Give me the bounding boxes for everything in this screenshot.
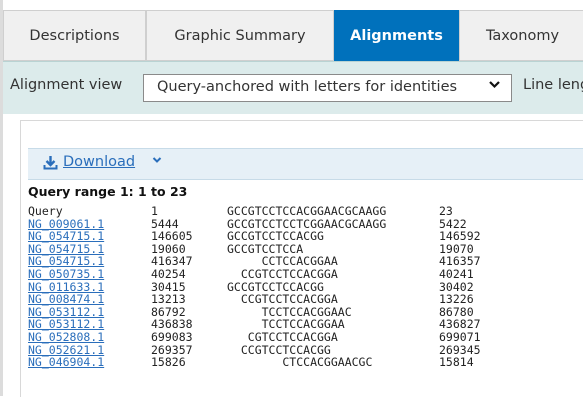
alignment-row: NG_008474.1 13213 CCGTCCTCCACGGA 13226: [28, 293, 583, 306]
query-label: Query: [28, 204, 63, 218]
tab-descriptions[interactable]: Descriptions: [3, 10, 146, 60]
alignment-row: NG_046904.1 15826 CTCCACGGAACGC 15814: [28, 356, 583, 369]
start-position: 1: [151, 204, 158, 218]
download-bar: Download: [28, 148, 583, 180]
results-tabs: Descriptions Graphic Summary Alignments …: [3, 10, 583, 61]
subject-id-link[interactable]: NG_008474.1: [28, 293, 104, 306]
subject-id-link[interactable]: NG_052808.1: [28, 331, 104, 344]
end-position: 146592: [439, 229, 481, 244]
alignment-view-select[interactable]: Query-anchored with letters for identiti…: [143, 74, 512, 102]
subject-id-link[interactable]: NG_046904.1: [28, 356, 104, 369]
alignment-row: NG_052808.1 699083 CGTCCTCCACGGA 699071: [28, 331, 583, 344]
alignment-view-toolbar: Alignment view Query-anchored with lette…: [3, 61, 583, 114]
sequence: GCCGTCCTCCACGG: [227, 229, 324, 244]
sequence: CCGTCCTCCACGGA: [227, 292, 338, 307]
sequence: CTCCACGGAACGC: [227, 355, 373, 370]
tab-taxonomy[interactable]: Taxonomy: [459, 10, 583, 60]
line-length-label: Line leng: [523, 77, 583, 93]
alignment-row: NG_050735.1 40254 CCGTCCTCCACGGA 40241: [28, 268, 583, 281]
start-position: 699083: [151, 329, 193, 344]
chevron-down-icon[interactable]: [152, 155, 162, 168]
alignment-view-value: Query-anchored with letters for identiti…: [157, 79, 458, 95]
chevron-down-icon: [488, 78, 501, 95]
tab-graphic-summary[interactable]: Graphic Summary: [146, 10, 334, 60]
start-position: 15826: [151, 355, 186, 370]
end-position: 15814: [439, 355, 474, 370]
end-position: 40241: [439, 266, 474, 281]
sequence: CGTCCTCCACGGA: [227, 329, 338, 344]
start-position: 146605: [151, 229, 193, 244]
subject-id-link[interactable]: NG_054715.1: [28, 230, 104, 243]
subject-id-link[interactable]: NG_050735.1: [28, 268, 104, 281]
alignment-row: NG_054715.1 146605 GCCGTCCTCCACGG 146592: [28, 230, 583, 243]
query-row: Query 1 GCCGTCCTCCACGGAACGCAAGG 23: [28, 205, 583, 218]
sequence: GCCGTCCTCCACGGAACGCAAGG: [227, 204, 387, 218]
end-position: 23: [439, 204, 453, 218]
end-position: 13226: [439, 292, 474, 307]
download-link[interactable]: Download: [63, 154, 135, 170]
end-position: 699071: [439, 329, 481, 344]
download-icon[interactable]: [43, 155, 58, 174]
alignment-view-label: Alignment view: [10, 77, 123, 93]
tab-alignments[interactable]: Alignments: [334, 10, 459, 61]
start-position: 40254: [151, 266, 186, 281]
start-position: 13213: [151, 292, 186, 307]
query-range-heading: Query range 1: 1 to 23: [28, 184, 188, 199]
alignment-table: Query 1 GCCGTCCTCCACGGAACGCAAGG 23 NG_009061…: [28, 205, 583, 369]
sequence: CCGTCCTCCACGGA: [227, 266, 338, 281]
